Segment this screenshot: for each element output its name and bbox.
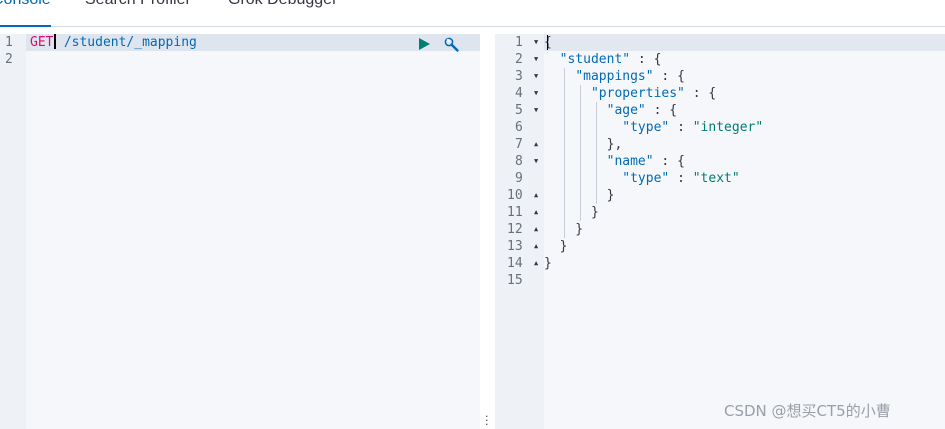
json-key: "name" [606,154,654,169]
json-key: "type" [622,120,670,135]
code-line: } [544,256,552,271]
request-url: /student/_mapping [63,35,197,50]
fold-arrow-down-icon[interactable]: ▼ [534,34,538,51]
fold-arrow-down-icon[interactable]: ▼ [534,85,538,102]
code-line: "age" : { [544,102,945,119]
line-number: 8 ▼ [515,153,539,170]
code-line: "name" : { [544,153,945,170]
code-line: }, [544,136,623,153]
json-key: "age" [606,103,646,118]
json-key: "student" [559,52,631,67]
line-number: 5 ▼ [515,102,539,119]
json-key: "type" [622,171,670,186]
fold-arrow-up-icon[interactable]: ▲ [534,187,538,204]
request-editor[interactable]: 1 2 GET /student/_mapping [0,34,480,429]
fold-arrow-down-icon[interactable]: ▼ [534,68,538,85]
json-value: "integer" [692,120,764,135]
text-cursor [54,34,56,49]
code-line: "properties" : { [544,85,945,102]
line-number: 10 ▲ [507,187,539,204]
drag-handle-icon[interactable]: · · · [485,411,489,429]
code-line: } [544,221,945,238]
line-number: 6 [515,120,523,135]
line-number: 9 [515,171,523,186]
request-gutter: 1 2 [0,34,26,429]
response-gutter: 1 ▼ 2 ▼ 3 ▼ 4 ▼ 5 ▼ 6 7 ▲ 8 ▼ 9 10 ▲ 11 ▲ 12 ▲ 13 ▲… [495,34,544,429]
request-line[interactable]: GET /student/_mapping [26,34,480,51]
line-number: 12 ▲ [507,221,539,238]
json-value: "text" [692,171,740,186]
text-cursor [547,35,548,50]
line-number: 11 ▲ [507,204,539,221]
response-code[interactable]: { "student" : { "mappings" : { "properti… [544,34,945,289]
code-line: "mappings" : { [544,68,945,85]
fold-arrow-up-icon[interactable]: ▲ [534,238,538,255]
fold-arrow-up-icon[interactable]: ▲ [534,204,538,221]
code-line: } [544,187,945,204]
line-number: 7 ▲ [515,136,539,153]
code-line: "type" : "text" [544,170,945,187]
line-number: 1 [5,35,13,50]
line-number: 3 ▼ [515,68,539,85]
fold-arrow-down-icon[interactable]: ▼ [534,153,538,170]
fold-arrow-up-icon[interactable]: ▲ [534,255,538,272]
line-number: 4 ▼ [515,85,539,102]
wrench-icon[interactable] [444,37,460,53]
panel-resizer[interactable]: · · · [480,34,495,429]
line-number: 1 ▼ [515,34,539,51]
fold-arrow-down-icon[interactable]: ▼ [534,51,538,68]
line-number: 15 [507,273,523,288]
tab-console[interactable]: Console [0,0,51,27]
fold-arrow-down-icon[interactable]: ▼ [534,102,538,119]
fold-arrow-up-icon[interactable]: ▲ [534,136,538,153]
tab-bar: Console Search Profiler Grok Debugger [0,0,945,27]
line-number: 14 ▲ [507,255,539,272]
response-editor[interactable]: 1 ▼ 2 ▼ 3 ▼ 4 ▼ 5 ▼ 6 7 ▲ 8 ▼ 9 10 ▲ 11 ▲ 12 ▲ 13 ▲… [495,34,945,429]
line-number: 13 ▲ [507,238,539,255]
tab-search-profiler[interactable]: Search Profiler [85,0,191,9]
code-line: "student" : { [559,52,662,67]
tab-grok-debugger[interactable]: Grok Debugger [228,0,337,9]
line-number: 2 [5,52,13,67]
watermark: CSDN @想买CT5的小曹 [724,402,891,420]
line-number: 2 ▼ [515,51,539,68]
request-method: GET [30,35,54,50]
code-line: "type" : "integer" [544,119,945,136]
request-code[interactable]: GET /student/_mapping [26,34,480,51]
code-line: { [544,34,945,51]
fold-arrow-up-icon[interactable]: ▲ [534,221,538,238]
play-icon[interactable] [419,38,430,50]
code-line: } [544,204,599,221]
json-key: "properties" [590,86,685,101]
json-key: "mappings" [575,69,654,84]
code-line: } [544,239,568,254]
